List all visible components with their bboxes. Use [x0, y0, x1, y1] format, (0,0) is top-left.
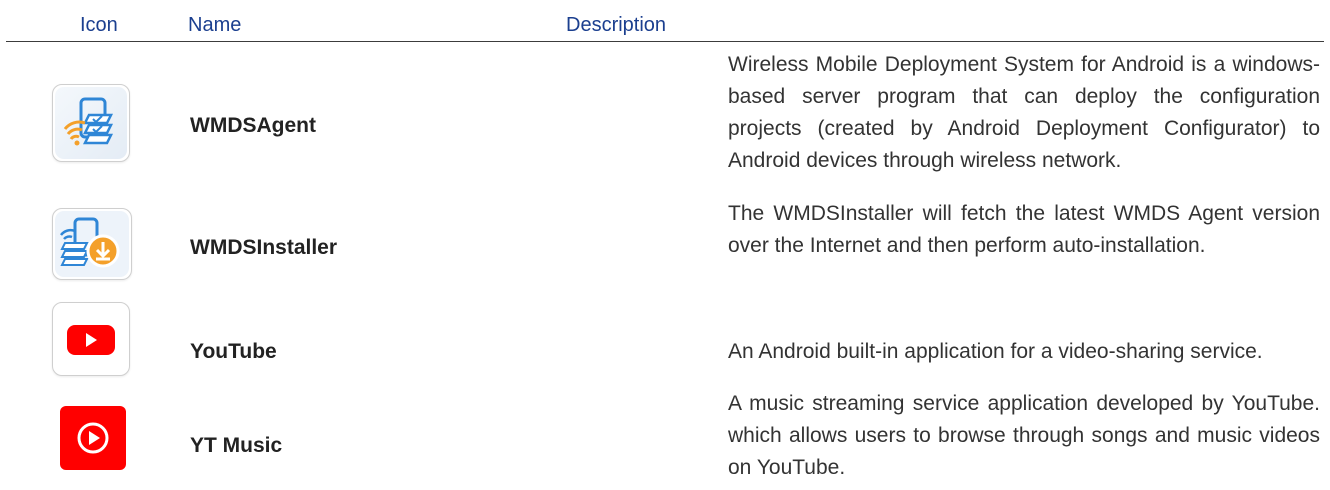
- row-description: A music streaming service application de…: [728, 392, 1320, 479]
- row-description: Wireless Mobile Deployment System for An…: [728, 53, 1320, 172]
- row-description: The WMDSInstaller will fetch the latest …: [728, 202, 1320, 257]
- youtube-icon: [52, 302, 132, 382]
- wmds-agent-icon: [52, 84, 132, 164]
- column-header-description: Description: [566, 14, 667, 36]
- row-description: An Android built-in application for a vi…: [728, 340, 1263, 363]
- table-row: WMDSInstaller The WMDSInstaller will fet…: [0, 198, 1330, 282]
- column-header-icon: Icon: [80, 14, 118, 36]
- table-header: Icon Name Description: [0, 0, 1330, 42]
- row-name: YT Music: [190, 434, 283, 457]
- row-name: YouTube: [190, 340, 277, 363]
- row-name: WMDSAgent: [190, 114, 316, 137]
- yt-music-icon: [60, 406, 140, 486]
- table-row: WMDSAgent Wireless Mobile Deployment Sys…: [0, 50, 1330, 180]
- header-divider: [6, 41, 1324, 42]
- table-row: YouTube An Android built-in application …: [0, 300, 1330, 376]
- wmds-installer-icon: [52, 208, 132, 288]
- column-header-name: Name: [188, 14, 242, 36]
- row-name: WMDSInstaller: [190, 236, 338, 259]
- table-row: YT Music A music streaming service appli…: [0, 390, 1330, 490]
